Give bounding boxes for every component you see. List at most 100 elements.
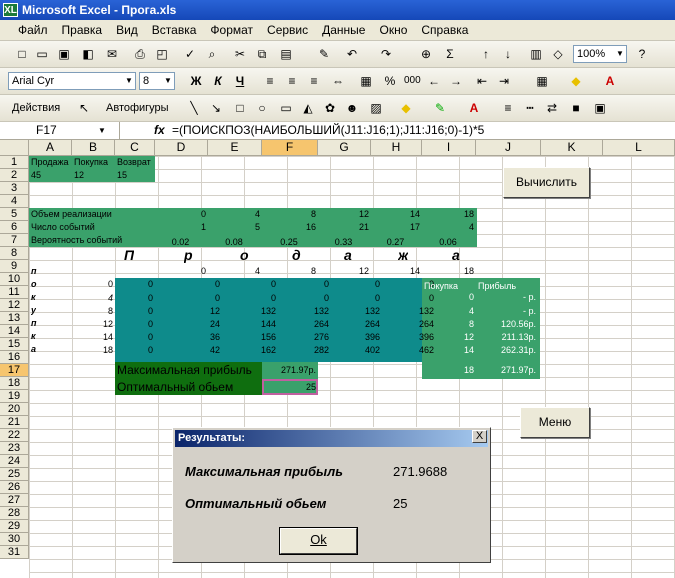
permission-icon[interactable]: ◧: [80, 46, 96, 62]
menu-item-tools[interactable]: Сервис: [260, 20, 315, 41]
row-header[interactable]: 18: [0, 377, 29, 390]
row-header[interactable]: 11: [0, 286, 29, 299]
align-left-icon[interactable]: ≡: [262, 73, 278, 89]
spelling-icon[interactable]: ✓: [182, 46, 198, 62]
matrix-cell[interactable]: 0: [168, 278, 222, 291]
fill-color-icon[interactable]: ◆: [568, 73, 584, 89]
column-header[interactable]: E: [208, 140, 262, 156]
chevron-down-icon[interactable]: ▼: [98, 122, 106, 139]
cell-b2[interactable]: 12: [74, 169, 84, 182]
matrix-cell[interactable]: 0: [222, 278, 278, 291]
matrix-cell[interactable]: 0: [222, 292, 278, 305]
hyperlink-icon[interactable]: ⊕: [418, 46, 434, 62]
cell-b-value[interactable]: 12: [72, 318, 115, 331]
row-header[interactable]: 30: [0, 533, 29, 546]
cell-r6-value[interactable]: 17: [371, 221, 422, 234]
row-header[interactable]: 28: [0, 507, 29, 520]
line-style-icon[interactable]: ≡: [500, 100, 516, 116]
cell-r7-value[interactable]: 0.06: [422, 236, 476, 249]
undo-icon[interactable]: ↶: [344, 46, 360, 62]
cell-b-value[interactable]: 4: [72, 292, 115, 305]
cell-b-value[interactable]: 18: [72, 344, 115, 357]
cell-r7-value[interactable]: 0.27: [371, 236, 422, 249]
chevron-down-icon[interactable]: ▼: [614, 46, 626, 62]
row-header[interactable]: 12: [0, 299, 29, 312]
cell-c2[interactable]: 15: [117, 169, 127, 182]
close-icon[interactable]: X: [472, 430, 487, 443]
matrix-cell[interactable]: 0: [115, 305, 155, 318]
cell-r9-value[interactable]: 8: [262, 265, 318, 278]
row-header[interactable]: 10: [0, 273, 29, 286]
cell-c16[interactable]: Максимальная прибыль: [117, 362, 252, 379]
cell-b-value[interactable]: 8: [72, 305, 115, 318]
row-header[interactable]: 14: [0, 325, 29, 338]
italic-button[interactable]: К: [210, 73, 226, 89]
cell-c17[interactable]: Оптимальный обьем: [117, 379, 233, 395]
line-icon[interactable]: ╲: [186, 100, 202, 116]
copy-icon[interactable]: ⧉: [254, 46, 270, 62]
row-header[interactable]: 9: [0, 260, 29, 273]
matrix-cell[interactable]: 156: [222, 331, 278, 344]
print-icon[interactable]: ⎙: [132, 46, 148, 62]
menu-item-edit[interactable]: Правка: [55, 20, 110, 41]
row-header[interactable]: 21: [0, 416, 29, 429]
matrix-cell[interactable]: 462: [382, 344, 436, 357]
cell-r9-value[interactable]: 4: [208, 265, 262, 278]
matrix-cell[interactable]: 396: [331, 331, 382, 344]
row-header[interactable]: 13: [0, 312, 29, 325]
paste-icon[interactable]: ▤: [278, 46, 294, 62]
cell-b-value[interactable]: 14: [72, 331, 115, 344]
cell-c1[interactable]: Возврат: [117, 156, 151, 169]
oval-icon[interactable]: ○: [254, 100, 270, 116]
fill-color-icon[interactable]: ◆: [398, 100, 414, 116]
column-header[interactable]: C: [115, 140, 155, 156]
profit-value[interactable]: 120.56р.: [476, 318, 538, 331]
cell-r5-value[interactable]: 12: [318, 208, 371, 221]
matrix-cell[interactable]: 264: [382, 318, 436, 331]
matrix-cell[interactable]: 24: [168, 318, 222, 331]
row-header[interactable]: 27: [0, 494, 29, 507]
dash-style-icon[interactable]: ┅: [522, 100, 538, 116]
cell-r7-value[interactable]: 0.25: [262, 236, 318, 249]
font-color-icon[interactable]: A: [466, 100, 482, 116]
matrix-cell[interactable]: 0: [115, 331, 155, 344]
matrix-cell[interactable]: 0: [331, 278, 382, 291]
cell-r9-value[interactable]: 12: [318, 265, 371, 278]
menu-item-format[interactable]: Формат: [203, 20, 260, 41]
help-icon[interactable]: ?: [634, 46, 650, 62]
matrix-cell[interactable]: 402: [331, 344, 382, 357]
profit-value[interactable]: 211.13р.: [476, 331, 538, 344]
percent-button[interactable]: %: [382, 73, 398, 89]
sort-ascending-icon[interactable]: ↑: [478, 46, 494, 62]
row-header[interactable]: 7: [0, 234, 29, 247]
column-header[interactable]: A: [29, 140, 72, 156]
purchase-value[interactable]: 18: [422, 364, 476, 377]
row-header[interactable]: 23: [0, 442, 29, 455]
matrix-cell[interactable]: 42: [168, 344, 222, 357]
matrix-cell[interactable]: 12: [168, 305, 222, 318]
borders-icon[interactable]: ▦: [534, 73, 550, 89]
save-icon[interactable]: ▣: [56, 46, 72, 62]
decrease-indent-icon[interactable]: ⇤: [474, 73, 490, 89]
matrix-cell[interactable]: 0: [382, 292, 436, 305]
matrix-cell[interactable]: 396: [382, 331, 436, 344]
cell-r5-value[interactable]: 18: [422, 208, 476, 221]
column-header[interactable]: K: [541, 140, 603, 156]
profit-value[interactable]: 262.31р.: [476, 344, 538, 357]
font-size-combo[interactable]: 8 ▼: [139, 72, 175, 90]
matrix-cell[interactable]: 132: [382, 305, 436, 318]
sort-descending-icon[interactable]: ↓: [500, 46, 516, 62]
matrix-cell[interactable]: 132: [278, 305, 331, 318]
cell-i10[interactable]: Покупка: [424, 280, 458, 293]
matrix-cell[interactable]: 0: [115, 344, 155, 357]
matrix-cell[interactable]: 0: [278, 278, 331, 291]
menu-item-window[interactable]: Окно: [372, 20, 414, 41]
arrow-style-icon[interactable]: ⇄: [544, 100, 560, 116]
increase-indent-icon[interactable]: ⇥: [496, 73, 512, 89]
row-header[interactable]: 17: [0, 364, 29, 377]
menu-button[interactable]: Меню: [520, 407, 590, 438]
column-header[interactable]: F: [262, 140, 318, 156]
matrix-cell[interactable]: 0: [115, 278, 155, 291]
chart-wizard-icon[interactable]: ▥: [528, 46, 544, 62]
cell-a2[interactable]: 45: [31, 169, 41, 182]
